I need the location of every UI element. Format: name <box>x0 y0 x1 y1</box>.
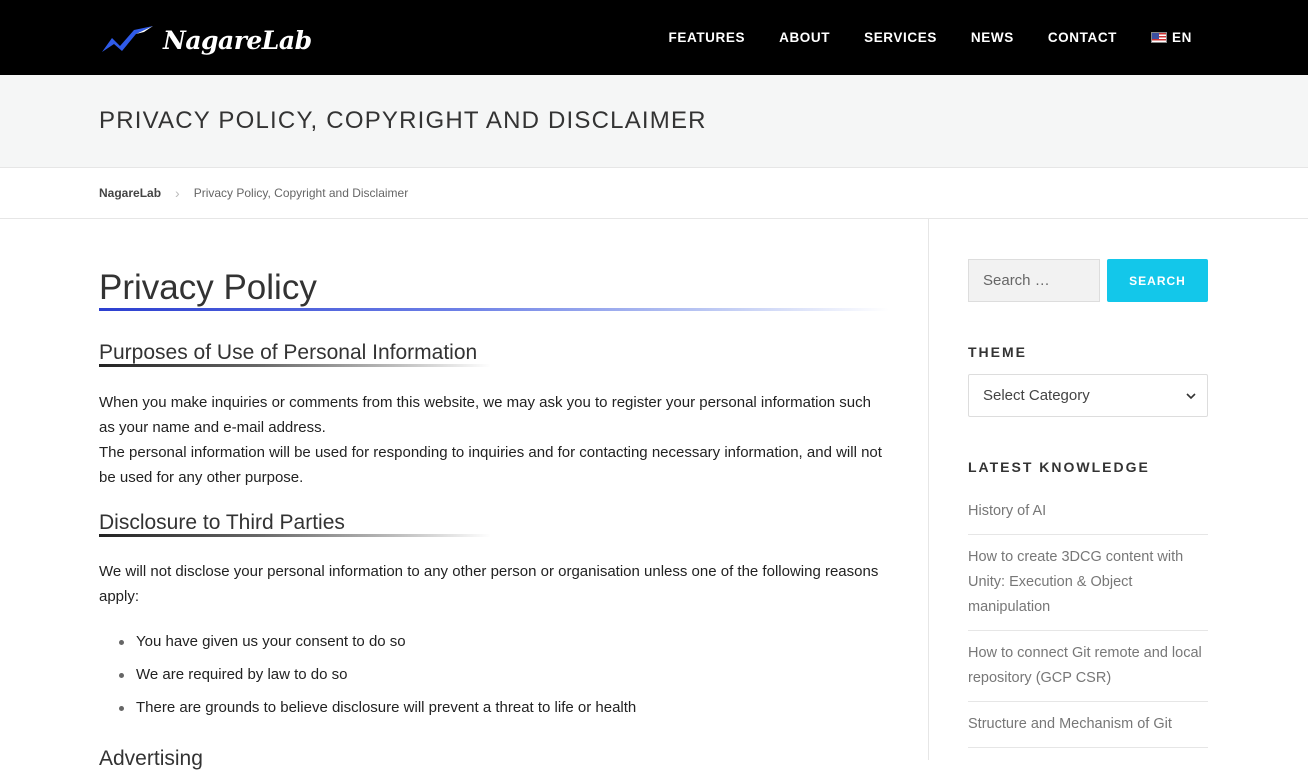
chevron-down-icon <box>1186 393 1196 400</box>
search-input[interactable] <box>968 259 1100 302</box>
content-sidebar-divider <box>928 219 929 760</box>
list-item: You have given us your consent to do so <box>99 629 636 662</box>
site-logo[interactable]: NagareLab <box>100 20 312 60</box>
latest-knowledge-title: LATEST KNOWLEDGE <box>968 459 1150 475</box>
category-select[interactable]: Select Category <box>968 374 1208 417</box>
logo-text: NagareLab <box>163 25 312 55</box>
language-label: EN <box>1172 30 1192 45</box>
theme-widget-title: THEME <box>968 344 1027 360</box>
list-item: There are grounds to believe disclosure … <box>99 695 636 728</box>
chevron-right-icon: › <box>175 185 180 201</box>
section-heading-advertising: Advertising <box>99 747 203 770</box>
category-select-value: Select Category <box>983 387 1090 404</box>
nav-language[interactable]: EN <box>1151 30 1192 45</box>
paragraph: The personal information will be used fo… <box>99 444 882 486</box>
section-underline <box>99 364 491 367</box>
latest-knowledge-link[interactable]: History of AI <box>968 499 1208 535</box>
breadcrumb-home-link[interactable]: NagareLab <box>99 186 161 200</box>
site-header: NagareLab FEATURES ABOUT SERVICES NEWS C… <box>0 0 1308 75</box>
list-item: We are required by law to do so <box>99 662 636 695</box>
page-title: PRIVACY POLICY, COPYRIGHT AND DISCLAIMER <box>99 107 707 134</box>
breadcrumb-current: Privacy Policy, Copyright and Disclaimer <box>193 186 409 200</box>
disclosure-reasons-list: You have given us your consent to do so … <box>99 629 636 728</box>
search-button[interactable]: SEARCH <box>1107 259 1208 302</box>
latest-knowledge-link[interactable]: How to connect Git remote and local repo… <box>968 641 1208 702</box>
breadcrumb: NagareLab › Privacy Policy, Copyright an… <box>99 185 408 201</box>
us-flag-icon <box>1151 32 1168 43</box>
nav-services[interactable]: SERVICES <box>864 30 937 45</box>
wave-logo-icon <box>102 26 153 52</box>
article-heading: Privacy Policy <box>99 268 317 307</box>
nav-about[interactable]: ABOUT <box>779 30 830 45</box>
section-heading-disclosure: Disclosure to Third Parties <box>99 511 345 534</box>
section-underline <box>99 534 491 537</box>
nav-features[interactable]: FEATURES <box>669 30 746 45</box>
page-title-band: PRIVACY POLICY, COPYRIGHT AND DISCLAIMER <box>0 75 1308 168</box>
heading-underline <box>99 308 889 311</box>
paragraph: When you make inquiries or comments from… <box>99 394 871 436</box>
nav-contact[interactable]: CONTACT <box>1048 30 1117 45</box>
latest-knowledge-list: History of AI How to create 3DCG content… <box>968 499 1208 758</box>
main-nav: FEATURES ABOUT SERVICES NEWS CONTACT EN <box>635 0 1192 75</box>
latest-knowledge-link[interactable]: How to create 3DCG content with Unity: E… <box>968 545 1208 631</box>
nav-news[interactable]: NEWS <box>971 30 1014 45</box>
section-heading-purposes: Purposes of Use of Personal Information <box>99 341 478 364</box>
breadcrumb-bar: NagareLab › Privacy Policy, Copyright an… <box>0 168 1308 219</box>
latest-knowledge-link[interactable]: Structure and Mechanism of Git <box>968 712 1208 748</box>
paragraph: We will not disclose your personal infor… <box>99 563 879 605</box>
